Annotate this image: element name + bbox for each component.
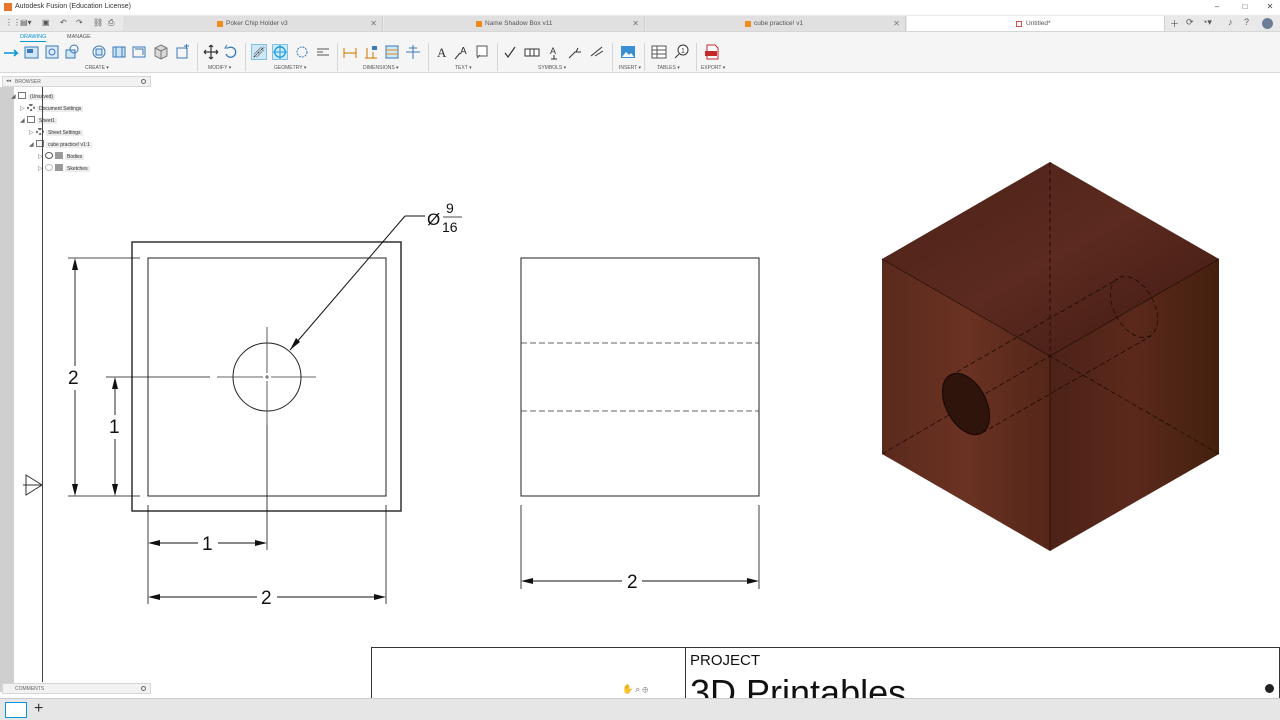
zoom-icon[interactable]: ⊕ — [642, 684, 650, 694]
dim-front-width[interactable]: 2 — [261, 588, 272, 609]
diameter-symbol[interactable]: Ø — [427, 210, 440, 229]
title-block[interactable]: ✋⌕⊕ PROJECT 3D Printables — [371, 647, 1280, 698]
title-block-divider — [685, 648, 686, 698]
navigation-bar[interactable]: ✋⌕⊕ — [622, 684, 650, 695]
side-view-outline — [520, 257, 760, 497]
sheet1-thumbnail[interactable] — [5, 702, 27, 718]
sheet-bar: + — [0, 698, 1280, 720]
diameter-numerator[interactable]: 9 — [446, 200, 454, 216]
view-selection-frame — [131, 241, 402, 512]
dim-hole-height[interactable]: 1 — [109, 417, 120, 438]
project-label: PROJECT — [690, 652, 761, 669]
diameter-leader-line — [289, 215, 425, 351]
side-view[interactable]: 2 — [520, 257, 760, 593]
pan-icon[interactable]: ✋ — [622, 684, 635, 694]
diameter-denominator[interactable]: 16 — [442, 219, 458, 235]
isometric-view[interactable] — [881, 162, 1220, 551]
side-width-extension-lines — [520, 505, 760, 589]
dim-front-height[interactable]: 2 — [68, 368, 79, 389]
dim-hole-offset[interactable]: 1 — [202, 534, 213, 555]
front-view[interactable]: Ø 9 16 2 1 1 2 — [68, 200, 462, 609]
comments-title: COMMENTS — [15, 686, 45, 692]
panel-pin-icon[interactable] — [141, 686, 146, 691]
chat-icon[interactable] — [1265, 684, 1274, 693]
add-sheet-icon[interactable]: + — [34, 700, 43, 718]
width-extension-lines — [147, 425, 387, 604]
dim-side-width[interactable]: 2 — [627, 572, 638, 593]
fusion-app-window: Autodesk Fusion (Education License) – □ … — [0, 0, 1280, 720]
drawing-canvas[interactable]: Ø 9 16 2 1 1 2 2 — [0, 0, 1280, 720]
hidden-hole-lines — [521, 342, 759, 412]
comments-panel-header[interactable]: COMMENTS — [2, 683, 151, 694]
project-name: 3D Printables — [690, 672, 907, 699]
